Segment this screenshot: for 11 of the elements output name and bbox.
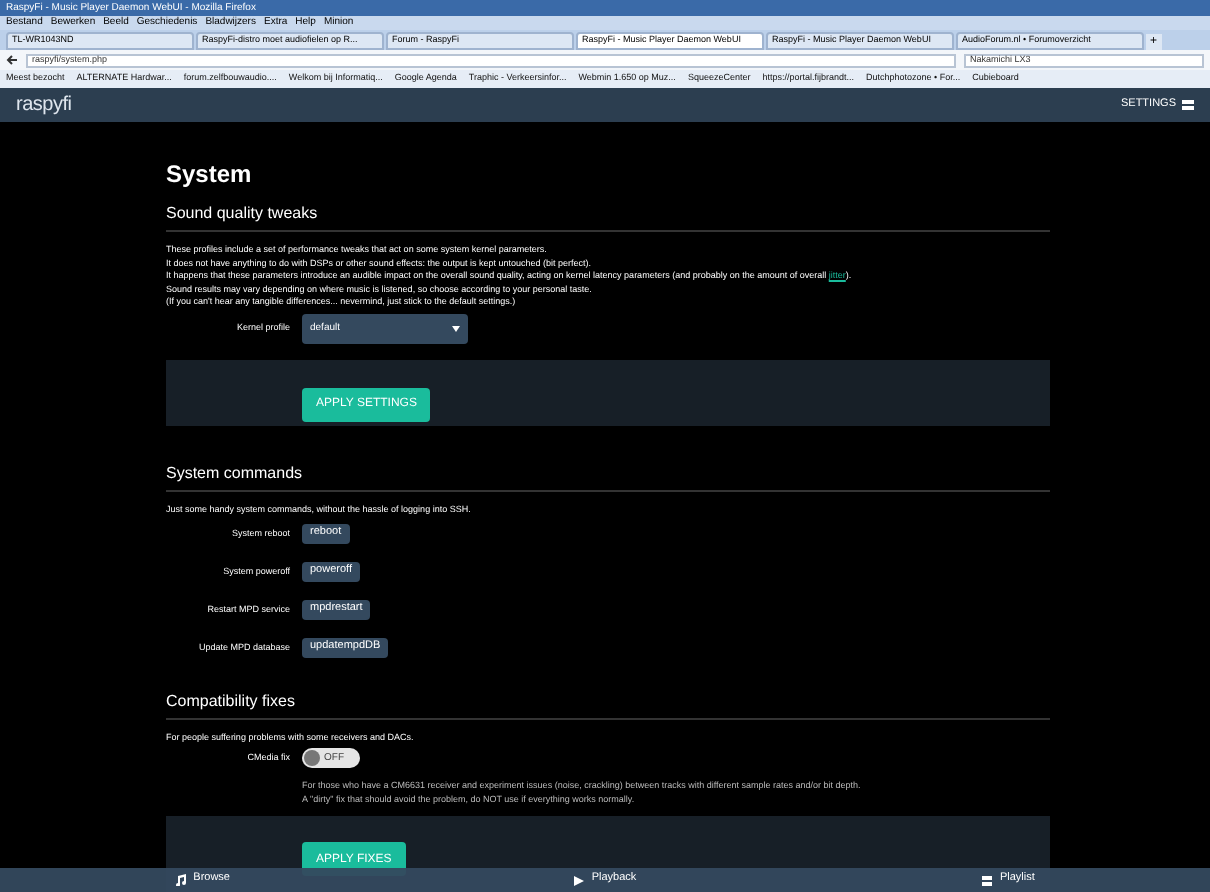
section-heading: Sound quality tweaks: [166, 206, 1050, 232]
back-icon[interactable]: [6, 54, 18, 66]
app-logo[interactable]: raspyfi: [16, 95, 72, 115]
section-heading: Compatibility fixes: [166, 694, 1050, 720]
caret-icon: [452, 326, 460, 332]
list-icon: [981, 875, 992, 885]
music-note-icon: [173, 874, 186, 886]
play-icon: [573, 875, 584, 885]
menu-icon[interactable]: [1182, 100, 1194, 110]
section-heading: System commands: [166, 466, 1050, 492]
page-title: System: [166, 162, 254, 186]
